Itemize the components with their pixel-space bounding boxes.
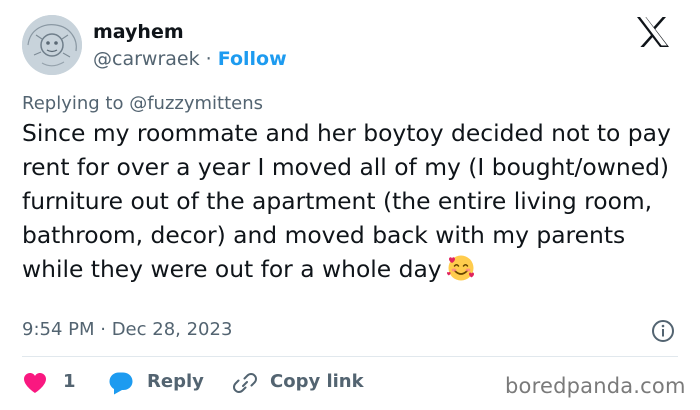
user-handle[interactable]: @carwraek [93,48,200,70]
info-icon[interactable] [651,319,675,343]
display-name[interactable]: mayhem [93,21,184,43]
copy-link-label: Copy link [270,371,364,392]
copy-link-button[interactable]: Copy link [232,369,377,397]
link-icon [233,373,257,393]
like-button[interactable]: 1 [22,369,82,397]
smiling-face-with-hearts-icon [446,255,474,281]
reply-context: Replying to @fuzzymittens [22,93,263,114]
reply-prefix: Replying to [22,93,124,114]
reply-label: Reply [147,371,204,392]
speech-bubble-icon [109,372,133,395]
separator-dot: · [205,48,212,70]
watermark: boredpanda.com [505,374,686,398]
tweet-text: Since my roommate and her boytoy decided… [22,119,671,283]
like-count: 1 [63,371,76,392]
avatar[interactable] [22,15,82,75]
tweet-timestamp[interactable]: 9:54 PM · Dec 28, 2023 [22,319,232,340]
avatar-sketch-icon [22,15,82,75]
follow-button[interactable]: Follow [218,48,287,70]
reply-mention-link[interactable]: @fuzzymittens [129,93,263,114]
reply-button[interactable]: Reply [108,369,218,397]
divider [22,356,678,357]
x-logo-icon[interactable] [636,16,670,48]
tweet-body: Since my roommate and her boytoy decided… [22,117,692,287]
heart-icon [24,373,46,393]
handle-line: @carwraek · Follow [93,48,287,70]
